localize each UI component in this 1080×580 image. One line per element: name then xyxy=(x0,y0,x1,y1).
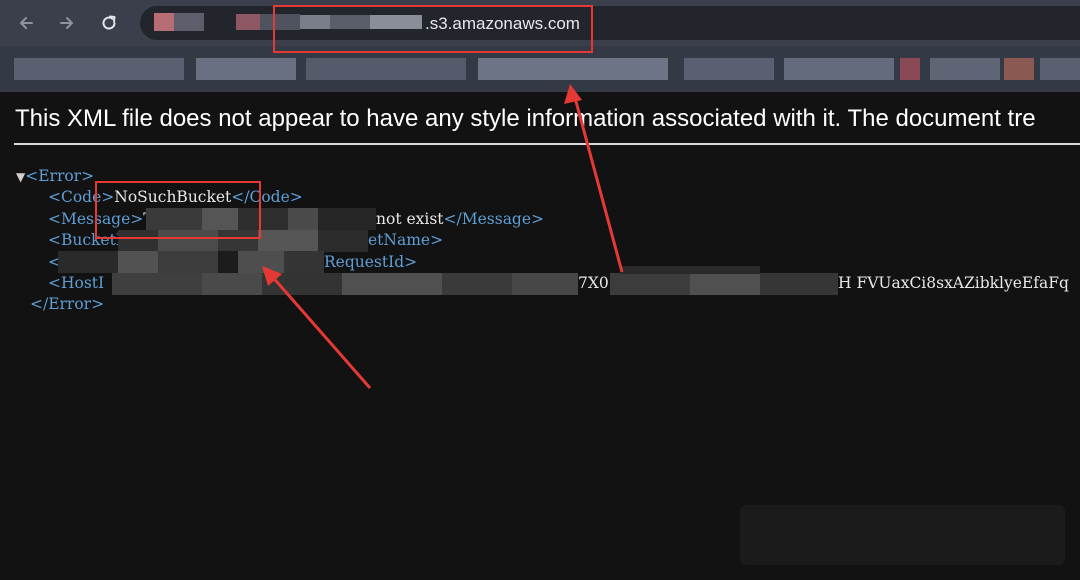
arrow-to-url-line xyxy=(572,93,624,273)
annotation-arrows xyxy=(262,84,624,389)
watermark-region xyxy=(740,505,1065,565)
arrow-to-url-head xyxy=(564,84,582,104)
arrow-to-code-line xyxy=(268,273,372,389)
